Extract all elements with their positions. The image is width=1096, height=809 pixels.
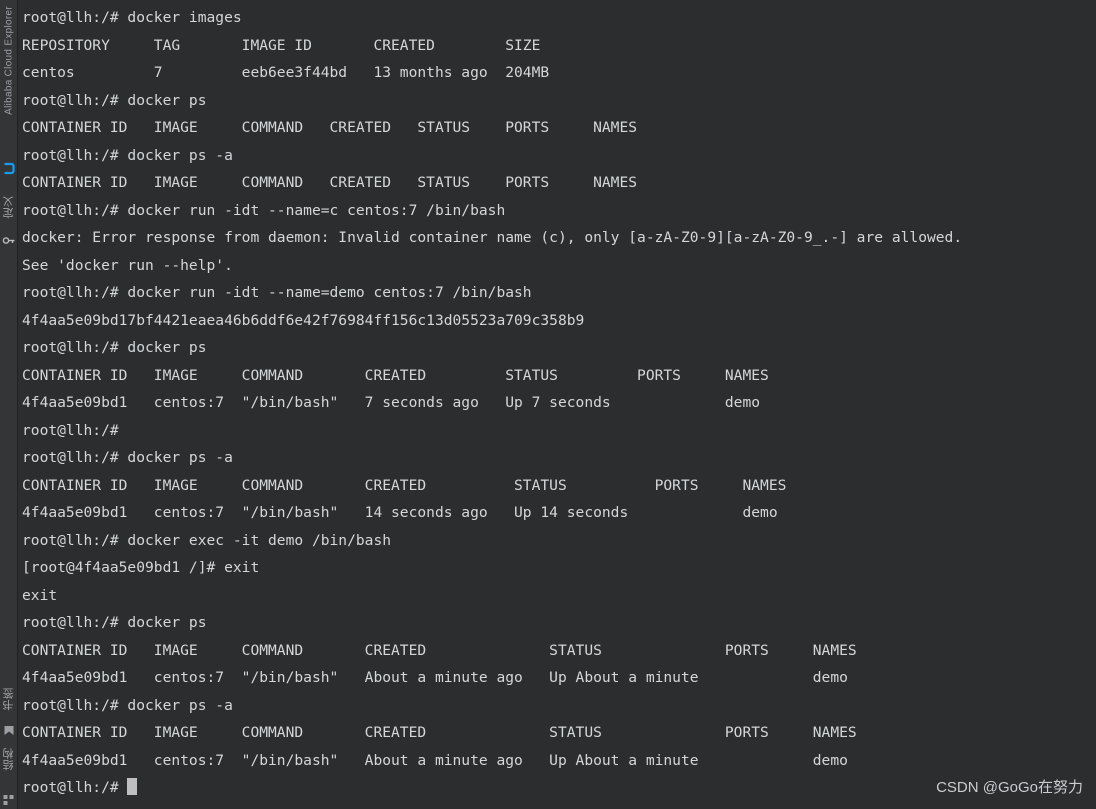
terminal-line: docker: Error response from daemon: Inva… [22, 229, 963, 246]
terminal-line: root@llh:/# docker exec -it demo /bin/ba… [22, 531, 392, 549]
terminal-line: 4f4aa5e09bd1 centos:7 "/bin/bash" About … [22, 669, 848, 686]
terminal-prompt-line[interactable]: root@llh:/# [22, 774, 1096, 802]
sidebar-item-definition[interactable]: 定义 [1, 196, 17, 219]
terminal-line: CONTAINER ID IMAGE COMMAND CREATED STATU… [22, 641, 857, 659]
activity-bar: Alibaba Cloud Explorer 定义 书签 结构 [0, 0, 18, 809]
terminal-output-pane[interactable]: root@llh:/# docker images REPOSITORY TAG … [18, 0, 1096, 809]
structure-icon[interactable] [2, 790, 15, 805]
bookmark-icon[interactable] [2, 722, 15, 735]
terminal-line: CONTAINER ID IMAGE COMMAND CREATED STATU… [22, 476, 787, 494]
terminal-line: CONTAINER ID IMAGE COMMAND CREATED STATU… [22, 119, 638, 136]
sidebar-item-structure[interactable]: 结构 [1, 748, 17, 771]
terminal-line: centos 7 eeb6ee3f44bd 13 months ago 204M… [22, 64, 550, 81]
terminal-line: root@llh:/# docker ps -a [22, 146, 233, 164]
terminal-line: See 'docker run --help'. [22, 256, 233, 274]
terminal-window: Alibaba Cloud Explorer 定义 书签 结构 root@llh… [0, 0, 1096, 809]
terminal-line: 4f4aa5e09bd1 centos:7 "/bin/bash" About … [22, 751, 848, 769]
terminal-line: root@llh:/# docker ps [22, 339, 207, 356]
sidebar-item-alibaba-cloud-explorer[interactable]: Alibaba Cloud Explorer [3, 6, 14, 115]
terminal-line: CONTAINER ID IMAGE COMMAND CREATED STATU… [22, 174, 638, 191]
terminal-line: root@llh:/# docker run -idt --name=c cen… [22, 201, 506, 219]
terminal-line: root@llh:/# docker ps [22, 91, 207, 109]
terminal-line: 4f4aa5e09bd17bf4421eaea46b6ddf6e42f76984… [22, 311, 585, 329]
terminal-text: root@llh:/# docker images REPOSITORY TAG … [22, 4, 1096, 802]
terminal-line: root@llh:/# docker images [22, 9, 242, 26]
terminal-line: root@llh:/# docker run -idt --name=demo … [22, 284, 532, 301]
terminal-line: CONTAINER ID IMAGE COMMAND CREATED STATU… [22, 724, 857, 741]
terminal-line: root@llh:/# [22, 421, 128, 439]
terminal-cursor [127, 778, 138, 795]
terminal-line: 4f4aa5e09bd1 centos:7 "/bin/bash" 7 seco… [22, 394, 761, 411]
sidebar-item-bookmark[interactable]: 书签 [1, 688, 17, 711]
terminal-line: root@llh:/# docker ps [22, 614, 207, 631]
terminal-line: REPOSITORY TAG IMAGE ID CREATED SIZE [22, 36, 541, 54]
terminal-line: exit [22, 586, 58, 604]
key-icon[interactable] [2, 232, 15, 245]
terminal-line: root@llh:/# docker ps -a [22, 449, 233, 466]
terminal-line: root@llh:/# docker ps -a [22, 696, 233, 714]
terminal-line: CONTAINER ID IMAGE COMMAND CREATED STATU… [22, 366, 769, 384]
cloud-bracket-icon[interactable] [2, 160, 15, 175]
terminal-line: [root@4f4aa5e09bd1 /]# exit [22, 559, 260, 576]
csdn-watermark: CSDN @GoGo在努力 [936, 779, 1083, 796]
terminal-line: 4f4aa5e09bd1 centos:7 "/bin/bash" 14 sec… [22, 504, 778, 521]
